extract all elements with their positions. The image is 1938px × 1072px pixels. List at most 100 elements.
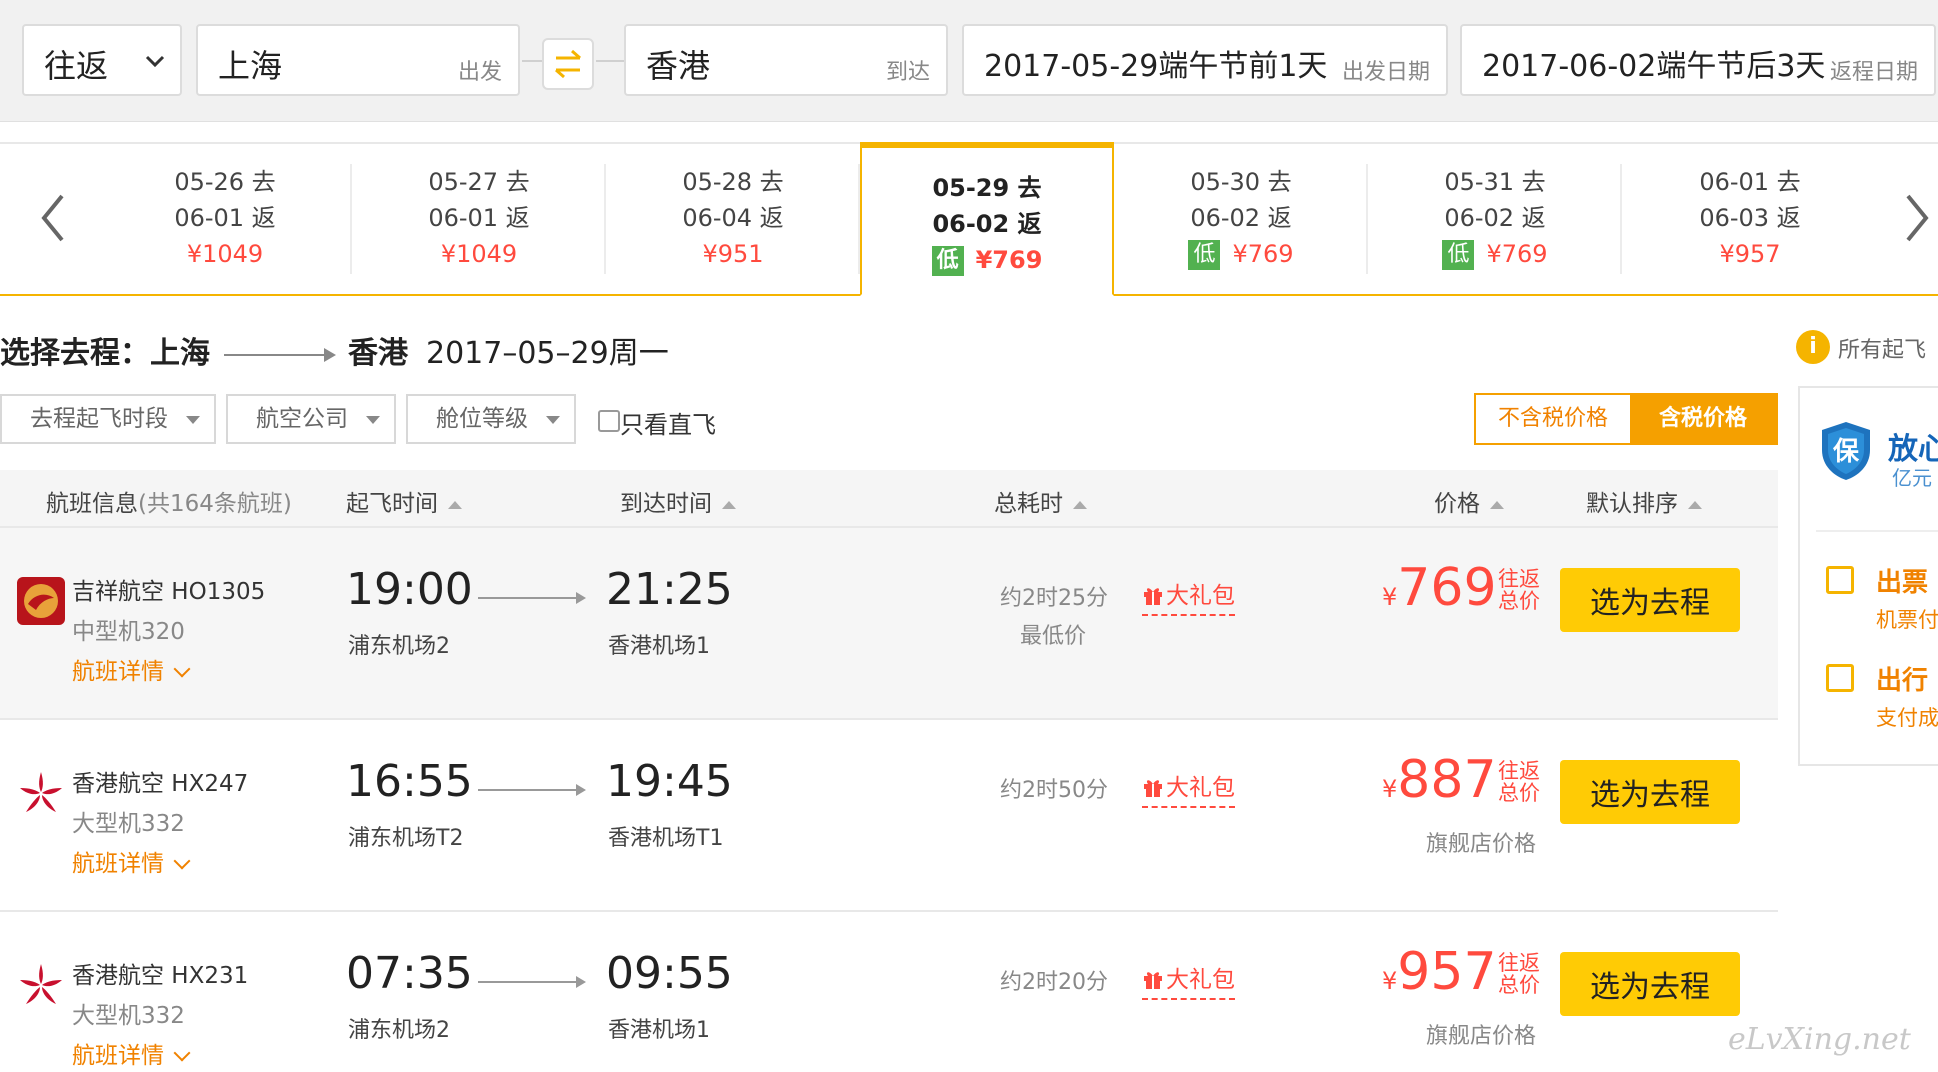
flagship-price-note: 旗舰店价格: [1426, 832, 1537, 857]
col-label: 默认排序: [1586, 491, 1678, 517]
trip-type-select[interactable]: 往返: [22, 24, 182, 96]
arrow-right-icon: [478, 592, 586, 604]
arrive-airport: 香港机场T1: [608, 826, 724, 851]
date-option[interactable]: 05-30 去 06-02 返 低 ¥769: [1116, 164, 1368, 274]
date-strip: 05-26 去 06-01 返 ¥1049 05-27 去 06-01 返 ¥1…: [0, 142, 1938, 296]
promo-item-sub: 支付成: [1876, 706, 1938, 730]
chevron-right-icon[interactable]: [1902, 192, 1932, 244]
flight-row: 吉祥航空 HO1305 中型机320 航班详情 19:00 浦东机场2 21:2…: [0, 528, 1778, 720]
select-outbound-button[interactable]: 选为去程: [1560, 760, 1740, 824]
page-title: 选择去程：上海 香港 2017–05–29周一: [0, 328, 669, 372]
duration: 约2时50分: [1000, 778, 1108, 803]
col-label: 到达时间: [620, 491, 712, 517]
gift-pack-link[interactable]: 大礼包: [1142, 576, 1235, 616]
select-outbound-button[interactable]: 选为去程: [1560, 952, 1740, 1016]
filter-time-period[interactable]: 去程起飞时段: [0, 394, 216, 444]
date-option[interactable]: 05-26 去 06-01 返 ¥1049: [100, 164, 352, 274]
round-trip-total-label: 往返总价: [1498, 759, 1540, 805]
arrow-right-icon: [478, 976, 586, 988]
depart-date-hint: 出发日期: [1341, 60, 1430, 85]
depart-time: 16:55: [346, 756, 473, 807]
select-outbound-button[interactable]: 选为去程: [1560, 568, 1740, 632]
date-option[interactable]: 05-27 去 06-01 返 ¥1049: [354, 164, 606, 274]
date-price: ¥769: [975, 246, 1043, 274]
hong-kong-airlines-logo: [20, 772, 62, 812]
flight-details-link[interactable]: 航班详情: [72, 652, 191, 686]
arrive-time: 21:25: [606, 564, 733, 615]
price-value: 769: [1397, 558, 1497, 618]
direct-only-label[interactable]: 只看直飞: [620, 405, 716, 440]
date-option[interactable]: 05-28 去 06-04 返 ¥951: [608, 164, 860, 274]
tax-price-toggle: 不含税价格 含税价格: [1474, 393, 1778, 445]
tip-text[interactable]: 所有起飞: [1838, 332, 1926, 364]
caret-down-icon: [366, 416, 380, 424]
swap-cities-button[interactable]: [542, 38, 594, 90]
round-trip-total-label: 往返总价: [1498, 567, 1540, 613]
sort-arrive-time[interactable]: 到达时间: [620, 484, 736, 518]
depart-airport: 浦东机场T2: [348, 826, 464, 851]
date-depart: 05-28 去: [682, 168, 784, 196]
return-date-input[interactable]: 2017-06-02端午节后3天 返程日期: [1460, 24, 1936, 96]
flight-count: (共164条航班): [138, 491, 292, 517]
from-city-input[interactable]: 上海 出发: [196, 24, 520, 96]
depart-date-value: 2017-05-29端午节前1天: [984, 49, 1328, 84]
date-depart: 05-29 去: [932, 174, 1042, 202]
gift-icon: [1144, 780, 1162, 797]
sort-price[interactable]: 价格: [1434, 484, 1504, 518]
depart-date-input[interactable]: 2017-05-29端午节前1天 出发日期: [962, 24, 1448, 96]
depart-time: 19:00: [346, 564, 473, 615]
title-origin: 选择去程：上海: [0, 336, 210, 371]
duration: 约2时25分: [1000, 586, 1108, 611]
low-price-badge: 低: [1188, 240, 1221, 270]
return-date-hint: 返程日期: [1829, 60, 1918, 85]
date-price: ¥769: [1232, 240, 1294, 268]
gift-label: 大礼包: [1166, 775, 1235, 801]
chevron-left-icon[interactable]: [38, 192, 68, 244]
date-return: 06-03 返: [1699, 204, 1801, 232]
currency-symbol: ¥: [1382, 775, 1398, 803]
sort-duration[interactable]: 总耗时: [994, 484, 1087, 518]
flight-details-link[interactable]: 航班详情: [72, 844, 191, 878]
swap-connector: [596, 60, 624, 62]
date-return: 06-02 返: [1444, 204, 1546, 232]
flight-row: 香港航空 HX231 大型机332 航班详情 07:35 浦东机场2 09:55…: [0, 912, 1778, 1072]
chevron-down-icon: [173, 660, 191, 678]
price: ¥957: [1382, 942, 1497, 1002]
sort-up-icon: [1688, 500, 1702, 509]
date-option[interactable]: 05-31 去 06-02 返 低 ¥769: [1370, 164, 1622, 274]
caret-down-icon: [186, 416, 200, 424]
route-arrow-icon: [224, 347, 336, 362]
round-trip-total-label: 往返总价: [1498, 951, 1540, 997]
arrow-right-icon: [478, 784, 586, 796]
filter-label: 航空公司: [256, 406, 348, 432]
to-city-value: 香港: [646, 47, 711, 85]
swap-icon: [555, 49, 581, 79]
to-city-input[interactable]: 香港 到达: [624, 24, 948, 96]
tax-included-option[interactable]: 含税价格: [1630, 395, 1776, 443]
currency-symbol: ¥: [1382, 967, 1398, 995]
direct-only-checkbox[interactable]: [598, 410, 620, 432]
col-flight-info: 航班信息(共164条航班): [46, 484, 292, 518]
flight-details-link[interactable]: 航班详情: [72, 1036, 191, 1070]
date-depart: 05-26 去: [174, 168, 276, 196]
depart-time: 07:35: [346, 948, 473, 999]
info-icon[interactable]: i: [1796, 330, 1830, 364]
sort-default[interactable]: 默认排序: [1586, 484, 1702, 518]
date-return: 06-01 返: [174, 204, 276, 232]
sort-depart-time[interactable]: 起飞时间: [346, 484, 462, 518]
hong-kong-airlines-logo: [20, 964, 62, 1004]
shield-icon: 保: [1822, 422, 1870, 480]
chevron-down-icon: [145, 55, 165, 68]
col-label: 总耗时: [994, 491, 1063, 517]
airline-flight-no: 香港航空 HX231: [72, 963, 249, 989]
promo-item-sub: 机票付: [1876, 608, 1938, 632]
gift-pack-link[interactable]: 大礼包: [1142, 960, 1235, 1000]
tax-excluded-option[interactable]: 不含税价格: [1476, 395, 1630, 443]
date-option-selected[interactable]: 05-29 去 06-02 返 低 ¥769: [860, 142, 1114, 296]
filter-airline[interactable]: 航空公司: [226, 394, 396, 444]
filter-cabin[interactable]: 舱位等级: [406, 394, 576, 444]
sort-up-icon: [1490, 500, 1504, 509]
gift-pack-link[interactable]: 大礼包: [1142, 768, 1235, 808]
date-option[interactable]: 06-01 去 06-03 返 ¥957: [1624, 164, 1876, 274]
date-price: ¥951: [702, 240, 764, 268]
